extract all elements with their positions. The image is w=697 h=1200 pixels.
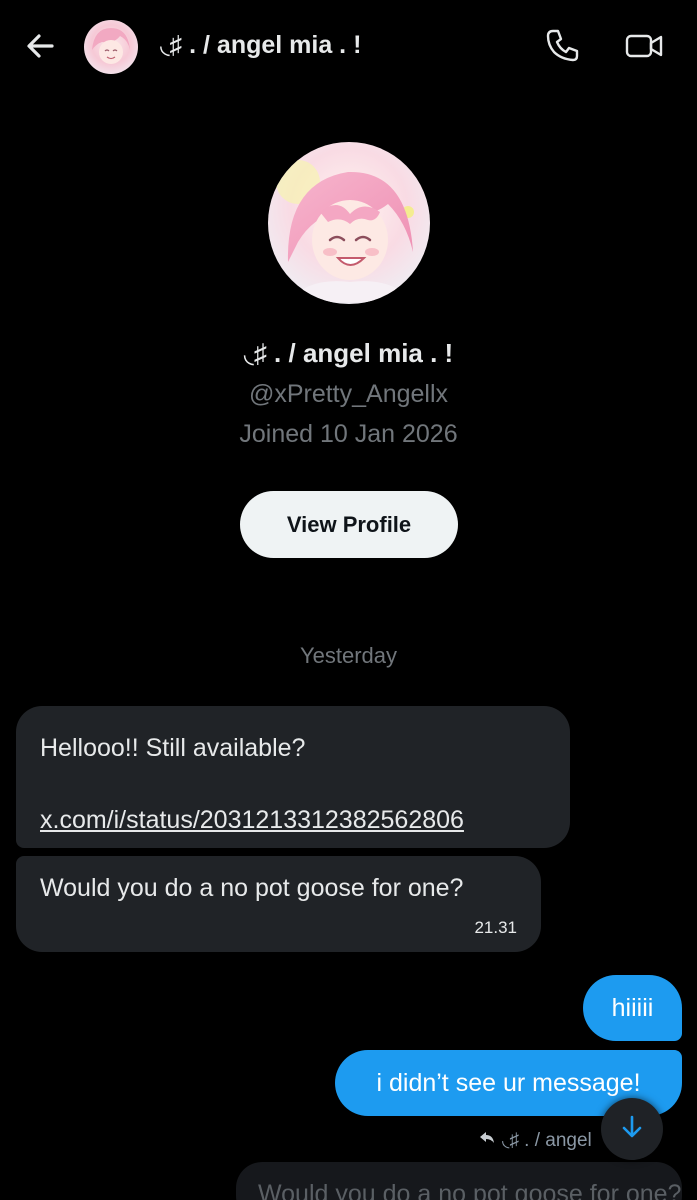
reply-icon xyxy=(478,1128,496,1152)
profile-joined-date: Joined 10 Jan 2026 xyxy=(239,420,458,448)
message-text: Hellooo!! Still available? xyxy=(40,734,306,762)
message-link[interactable]: x.com/i/status/2031213312382562806 xyxy=(40,802,570,838)
conversation-title[interactable]: ◟♯ . / angel mia . ! xyxy=(160,30,361,60)
profile-handle: @xPretty_Angellx xyxy=(248,380,449,408)
conversation-header: ◟♯ . / angel mia . ! xyxy=(0,0,697,92)
avatar[interactable] xyxy=(84,20,138,74)
phone-icon[interactable] xyxy=(544,26,582,64)
reply-to-name: ◟♯ . / angel xyxy=(502,1129,592,1151)
profile-name: ◟♯ . / angel mia . ! xyxy=(243,338,454,368)
message-text: i didn’t see ur message! xyxy=(376,1068,641,1097)
scroll-to-bottom-button[interactable] xyxy=(601,1098,663,1160)
profile-avatar[interactable] xyxy=(268,142,430,304)
message-text: hiiiii xyxy=(611,993,654,1022)
message-bubble-incoming[interactable]: Hellooo!! Still available? x.com/i/statu… xyxy=(16,706,570,848)
reply-indicator: ◟♯ . / angel xyxy=(478,1128,592,1152)
video-camera-icon[interactable] xyxy=(624,28,664,64)
back-arrow-icon[interactable] xyxy=(22,28,58,64)
arrow-down-icon xyxy=(618,1113,646,1146)
view-profile-button[interactable]: View Profile xyxy=(240,491,458,558)
message-bubble-outgoing[interactable]: hiiiii xyxy=(583,975,682,1041)
quoted-message-preview[interactable]: Would you do a no pot goose for one? xyxy=(236,1162,682,1200)
message-bubble-incoming[interactable]: Would you do a no pot goose for one? 21.… xyxy=(16,856,541,952)
message-text: Would you do a no pot goose for one? xyxy=(40,874,464,902)
message-timestamp: 21.31 xyxy=(474,918,517,937)
date-separator: Yesterday xyxy=(299,643,398,668)
